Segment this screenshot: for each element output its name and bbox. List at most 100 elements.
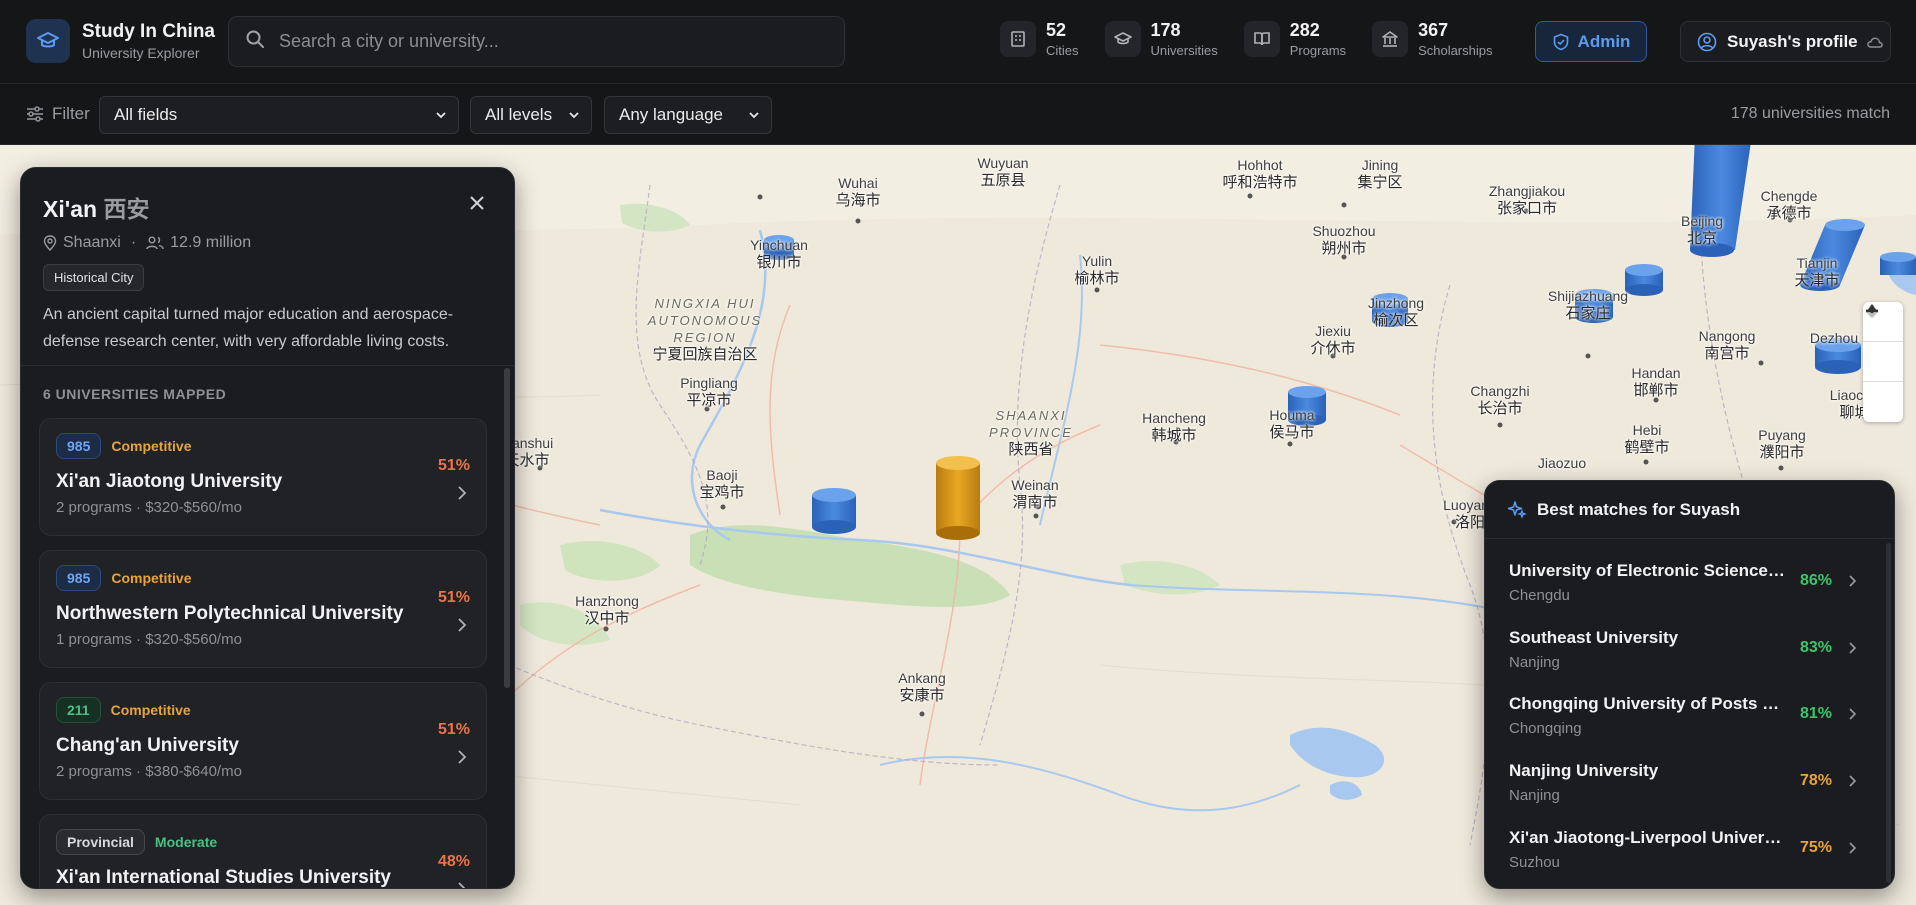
stat-label: Cities bbox=[1046, 43, 1079, 58]
stat-label: Universities bbox=[1150, 43, 1218, 58]
admin-label: Admin bbox=[1577, 31, 1631, 51]
compass-button[interactable] bbox=[1863, 304, 1903, 422]
map-label: Shijiazhuang 石家庄 bbox=[1547, 288, 1629, 322]
match-percent: 51% bbox=[437, 589, 470, 606]
close-button[interactable] bbox=[468, 194, 486, 217]
city-tag: Historical City bbox=[43, 264, 145, 291]
graduation-cap-icon bbox=[1104, 21, 1141, 57]
city-panel-scrollbar[interactable] bbox=[504, 368, 510, 688]
match-item[interactable]: Chongqing University of Posts & Telecomm… bbox=[1485, 684, 1894, 750]
chevron-right-icon bbox=[1849, 708, 1857, 720]
competition-label: Competitive bbox=[111, 570, 192, 586]
match-percent: 81% bbox=[1799, 705, 1832, 722]
language-select[interactable]: Any language bbox=[604, 96, 772, 134]
match-university-name: University of Electronic Science and Tec… bbox=[1509, 561, 1789, 580]
brand[interactable]: Study In China University Explorer bbox=[26, 19, 215, 63]
match-item[interactable]: Southeast University Nanjing 83% bbox=[1485, 618, 1894, 684]
city-title: Xi'an 西安 bbox=[43, 190, 492, 224]
chevron-down-icon bbox=[436, 112, 446, 119]
sliders-icon bbox=[27, 106, 43, 122]
city-header: Xi'an 西安 Shaanxi · 12.9 million Historic… bbox=[21, 168, 514, 366]
map-label: Changzhi 长治市 bbox=[1470, 383, 1530, 417]
stat-programs: 282 Programs bbox=[1243, 20, 1347, 58]
zoom-out-button[interactable] bbox=[1863, 309, 1903, 382]
university-name: Northwestern Polytechnical University bbox=[56, 603, 404, 624]
match-university-name: Chongqing University of Posts & Telecomm… bbox=[1509, 694, 1789, 713]
field-select[interactable]: All fields bbox=[99, 96, 459, 134]
brand-subtitle: University Explorer bbox=[82, 45, 200, 61]
map-label: Pingliang 平凉市 bbox=[680, 375, 738, 409]
map-label: Jiexiu 介休市 bbox=[1310, 323, 1356, 357]
university-name: Xi'an International Studies University bbox=[56, 867, 391, 888]
chevron-down-icon bbox=[569, 112, 579, 119]
university-card[interactable]: 985 Competitive Xi'an Jiaotong Universit… bbox=[39, 418, 487, 536]
stat-value: 178 bbox=[1150, 20, 1181, 40]
tier-badge: 985 bbox=[56, 565, 102, 591]
brand-title: Study In China bbox=[82, 21, 215, 42]
match-item[interactable]: Nanjing University Nanjing 78% bbox=[1485, 751, 1894, 817]
profile-button[interactable]: Suyash's profile bbox=[1680, 21, 1891, 62]
level-select[interactable]: All levels bbox=[470, 96, 592, 134]
level-select-value: All levels bbox=[485, 105, 553, 124]
filter-bar: Filter All fields All levels Any languag… bbox=[0, 84, 1916, 145]
search-box[interactable] bbox=[228, 16, 845, 67]
university-card[interactable]: Provincial Moderate Xi'an International … bbox=[39, 814, 487, 888]
bank-icon bbox=[1372, 21, 1409, 57]
chevron-right-icon bbox=[458, 618, 467, 632]
stat-scholarships: 367 Scholarships bbox=[1372, 20, 1493, 58]
map-label: Hebi 鹤壁市 bbox=[1624, 422, 1670, 456]
profile-label: Suyash's profile bbox=[1727, 31, 1858, 51]
language-select-value: Any language bbox=[619, 105, 723, 124]
stat-label: Scholarships bbox=[1418, 43, 1493, 58]
best-matches-title: Best matches for Suyash bbox=[1537, 499, 1741, 519]
match-count: 178 universities match bbox=[1730, 105, 1890, 122]
map-label: Chengde 承德市 bbox=[1760, 188, 1818, 222]
map-label: Nangong 南宫市 bbox=[1698, 328, 1756, 362]
compass-icon bbox=[1867, 304, 1877, 318]
map-label: Shuozhou 朔州市 bbox=[1312, 223, 1376, 257]
best-matches-panel: Best matches for Suyash University of El… bbox=[1484, 480, 1895, 889]
map-label: Tianjin 天津市 bbox=[1794, 255, 1840, 289]
chevron-right-icon bbox=[458, 750, 467, 764]
city-panel: Xi'an 西安 Shaanxi · 12.9 million Historic… bbox=[20, 167, 515, 889]
match-university-name: Nanjing University bbox=[1509, 761, 1659, 780]
best-matches-scrollbar[interactable] bbox=[1886, 543, 1891, 883]
map-label-region: SHAANXI PROVINCE 陕西省 bbox=[989, 408, 1073, 458]
map-label: Wuyuan 五原县 bbox=[977, 155, 1029, 189]
building-icon bbox=[1000, 21, 1036, 57]
map-label: Houma 侯马市 bbox=[1269, 407, 1315, 441]
map-pin-icon bbox=[43, 235, 57, 251]
filter-label: Filter bbox=[52, 104, 90, 123]
match-percent: 75% bbox=[1799, 839, 1832, 856]
university-card[interactable]: 985 Competitive Northwestern Polytechnic… bbox=[39, 550, 487, 668]
university-details: 2 programs · $380-$640/mo bbox=[56, 763, 242, 780]
chevron-right-icon bbox=[1849, 775, 1857, 787]
map-label: Wuhai 乌海市 bbox=[835, 175, 881, 209]
city-description: An ancient capital turned major educatio… bbox=[43, 306, 454, 350]
university-details: 1 programs · $320-$560/mo bbox=[56, 631, 242, 648]
close-icon bbox=[470, 196, 484, 210]
map-label: Baoji 宝鸡市 bbox=[699, 467, 745, 501]
stats-bar: 52 Cities 178 Universities 282 Programs bbox=[1000, 20, 1519, 58]
chevron-right-icon bbox=[1849, 842, 1857, 854]
competition-label: Moderate bbox=[154, 834, 218, 850]
stat-value: 367 bbox=[1418, 20, 1449, 40]
search-icon bbox=[245, 29, 265, 54]
chevron-right-icon bbox=[1849, 575, 1857, 587]
match-item[interactable]: Xi'an Jiaotong-Liverpool University Suzh… bbox=[1485, 818, 1894, 884]
map-label: Yinchuan 银川市 bbox=[750, 237, 808, 271]
shield-check-icon bbox=[1553, 33, 1568, 50]
stat-label: Programs bbox=[1289, 43, 1347, 58]
city-population: 12.9 million bbox=[170, 234, 252, 251]
book-icon bbox=[1243, 21, 1280, 57]
filter-toggle[interactable]: Filter bbox=[26, 104, 90, 124]
match-item[interactable]: University of Electronic Science and Tec… bbox=[1485, 551, 1894, 617]
graduation-cap-icon bbox=[26, 19, 70, 63]
admin-button[interactable]: Admin bbox=[1535, 21, 1647, 62]
map-label: Beijing 北京 bbox=[1680, 213, 1724, 247]
map-label: Dezhou bbox=[1809, 330, 1859, 346]
search-input[interactable] bbox=[279, 31, 819, 52]
match-university-name: Xi'an Jiaotong-Liverpool University bbox=[1509, 828, 1789, 847]
tier-badge: 211 bbox=[56, 697, 101, 723]
university-card[interactable]: 211 Competitive Chang'an University 2 pr… bbox=[39, 682, 487, 800]
